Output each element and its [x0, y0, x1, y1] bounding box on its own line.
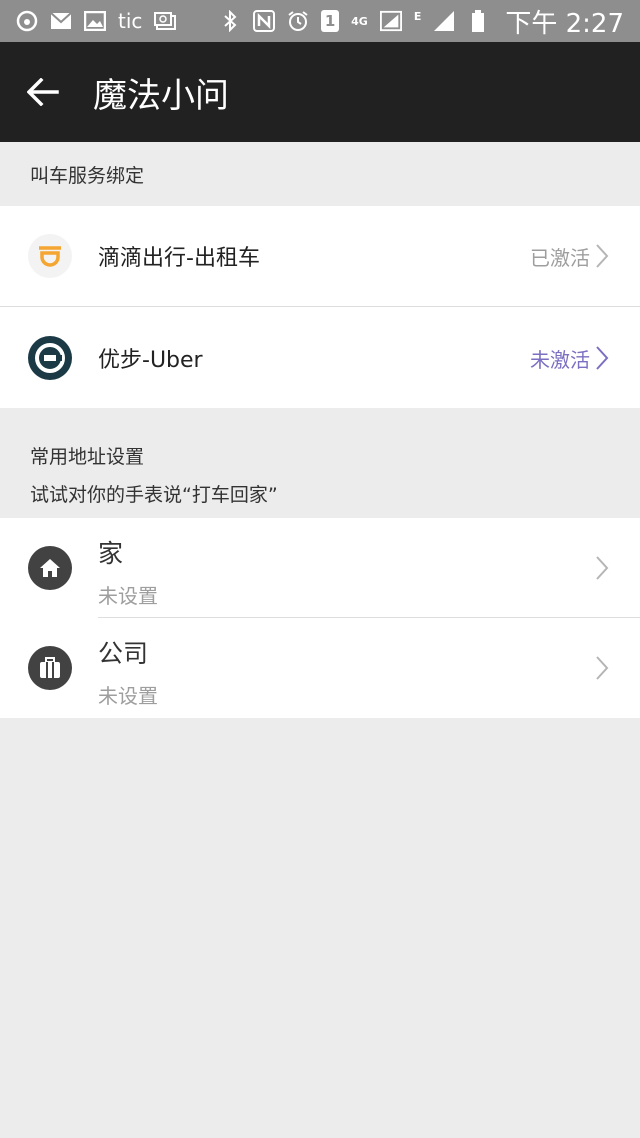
edge-label: E [413, 9, 422, 23]
network-type: 4G [351, 14, 368, 28]
ride-section-header: 叫车服务绑定 [0, 142, 640, 206]
app-bar: 魔法小问 [0, 42, 640, 142]
sim-number: 1 [324, 12, 336, 30]
status-bar: tic 1 4G E 下午 2:27 [0, 0, 640, 42]
address-list: 家 未设置 公司 未设置 [0, 518, 640, 718]
office-address-label: 公司 [98, 639, 149, 668]
chevron-right-icon [594, 345, 610, 371]
didi-icon [28, 234, 72, 278]
home-icon [28, 546, 72, 590]
address-section-header: 常用地址设置 试试对你的手表说“打车回家” [0, 408, 640, 518]
didi-service-name: 滴滴出行-出租车 [98, 246, 260, 271]
home-address-row[interactable]: 家 未设置 [0, 518, 640, 618]
arrow-left-icon [27, 78, 59, 106]
netease-icon [16, 10, 38, 32]
image-icon [84, 10, 106, 32]
office-address-value: 未设置 [98, 684, 158, 708]
mail-icon [50, 10, 72, 32]
ride-service-list: 滴滴出行-出租车 已激活 优步-Uber 未激活 [0, 206, 640, 408]
tic-label: tic [118, 9, 143, 33]
sim-icon: 1 [321, 10, 340, 32]
home-address-label: 家 [98, 539, 124, 568]
chevron-right-icon [594, 655, 610, 681]
signal-icon [379, 10, 402, 32]
battery-icon [467, 10, 489, 32]
didi-service-row[interactable]: 滴滴出行-出租车 已激活 [0, 206, 640, 306]
briefcase-icon [28, 646, 72, 690]
chevron-right-icon [594, 243, 610, 269]
address-section-title: 常用地址设置 [30, 446, 145, 468]
clock: 下午 2:27 [505, 8, 624, 39]
didi-service-status: 已激活 [530, 245, 590, 270]
office-address-row[interactable]: 公司 未设置 [0, 618, 640, 718]
bluetooth-icon [219, 10, 241, 32]
alarm-icon [287, 10, 309, 32]
email-at-icon [154, 10, 177, 32]
uber-icon [28, 336, 72, 380]
back-button[interactable] [13, 62, 73, 122]
chevron-right-icon [594, 555, 610, 581]
home-address-value: 未设置 [98, 584, 158, 608]
divider [0, 306, 640, 307]
uber-service-row[interactable]: 优步-Uber 未激活 [0, 308, 640, 408]
address-section-hint: 试试对你的手表说“打车回家” [30, 484, 278, 506]
nfc-icon [253, 10, 276, 32]
page-title: 魔法小问 [93, 75, 229, 116]
uber-service-status: 未激活 [530, 347, 590, 372]
uber-service-name: 优步-Uber [98, 348, 203, 373]
signal-bars-icon [433, 10, 455, 32]
